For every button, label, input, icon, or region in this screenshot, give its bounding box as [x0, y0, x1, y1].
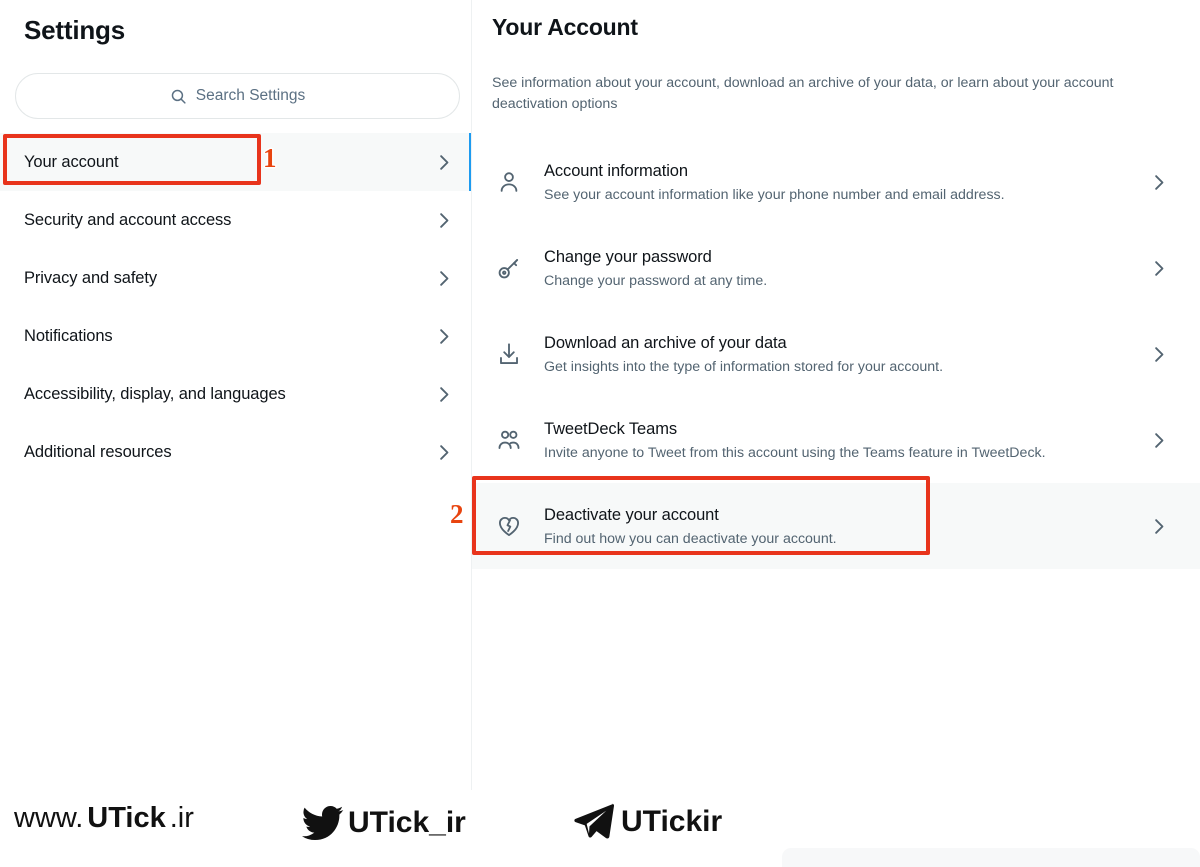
option-row-tweetdeck-teams[interactable]: TweetDeck Teams Invite anyone to Tweet f… — [472, 397, 1200, 483]
option-row-change-your-password[interactable]: Change your password Change your passwor… — [472, 225, 1200, 311]
option-title: Account information — [544, 161, 688, 180]
option-title: Change your password — [544, 247, 712, 266]
option-title: TweetDeck Teams — [544, 419, 677, 438]
settings-title: Settings — [24, 15, 125, 45]
broken-heart-icon — [496, 513, 522, 539]
search-icon — [170, 88, 187, 105]
search-settings-placeholder: Search Settings — [195, 87, 306, 104]
chevron-right-icon — [434, 211, 453, 230]
account-options-list: Account information See your account inf… — [472, 139, 1200, 569]
chevron-right-icon — [434, 327, 453, 346]
chevron-right-icon — [1149, 345, 1180, 364]
option-subtitle: Get insights into the type of informatio… — [544, 358, 944, 375]
option-subtitle: See your account information like your p… — [544, 186, 1005, 203]
option-subtitle: Change your password at any time. — [544, 272, 768, 289]
page-title: Your Account — [492, 14, 638, 40]
sidebar-item-privacy-and-safety[interactable]: Privacy and safety — [0, 249, 471, 307]
sidebar-item-notifications[interactable]: Notifications — [0, 307, 471, 365]
chevron-right-icon — [434, 385, 453, 404]
watermark-telegram: UTickir — [570, 802, 722, 842]
twitter-handle: UTick_ir — [348, 806, 466, 839]
people-group-icon — [496, 427, 522, 453]
sidebar-item-accessibility-display-and-languages[interactable]: Accessibility, display, and languages — [0, 365, 471, 423]
page-description: See information about your account, down… — [492, 75, 1114, 112]
download-icon — [496, 341, 522, 367]
watermark-twitter: UTick_ir — [300, 802, 466, 844]
chevron-right-icon — [434, 153, 453, 172]
chevron-right-icon — [1149, 173, 1180, 192]
key-icon — [496, 255, 522, 281]
settings-page: Settings Search Settings Your account Se… — [0, 0, 1200, 867]
option-title: Download an archive of your data — [544, 333, 787, 352]
person-icon — [496, 169, 522, 195]
bottom-right-card — [782, 848, 1200, 867]
chevron-right-icon — [1149, 517, 1180, 536]
website-suffix: .ir — [169, 802, 194, 834]
option-row-account-information[interactable]: Account information See your account inf… — [472, 139, 1200, 225]
settings-nav-list: Your account Security and account access… — [0, 133, 471, 481]
chevron-right-icon — [1149, 431, 1180, 450]
account-panel: Your Account See information about your … — [472, 0, 1200, 790]
search-settings-input[interactable]: Search Settings — [15, 73, 460, 119]
chevron-right-icon — [434, 269, 453, 288]
option-row-deactivate-your-account[interactable]: Deactivate your account Find out how you… — [472, 483, 1200, 569]
sidebar-item-label: Security and account access — [24, 210, 232, 229]
telegram-plane-icon — [570, 802, 618, 842]
settings-sidebar: Settings Search Settings Your account Se… — [0, 0, 471, 790]
sidebar-item-label: Notifications — [24, 326, 113, 345]
sidebar-item-label: Privacy and safety — [24, 268, 158, 287]
twitter-bird-icon — [300, 802, 346, 844]
chevron-right-icon — [434, 443, 453, 462]
sidebar-item-label: Your account — [24, 152, 119, 171]
option-subtitle: Find out how you can deactivate your acc… — [544, 530, 837, 547]
website-brand: UTick — [87, 802, 166, 834]
option-subtitle: Invite anyone to Tweet from this account… — [544, 444, 1046, 461]
sidebar-item-security-and-account-access[interactable]: Security and account access — [0, 191, 471, 249]
sidebar-item-additional-resources[interactable]: Additional resources — [0, 423, 471, 481]
watermark-website: www. UTick .ir — [14, 802, 194, 835]
sidebar-item-label: Accessibility, display, and languages — [24, 384, 286, 403]
sidebar-item-label: Additional resources — [24, 442, 172, 461]
option-title: Deactivate your account — [544, 505, 719, 524]
chevron-right-icon — [1149, 259, 1180, 278]
website-prefix: www. — [14, 802, 84, 834]
telegram-handle: UTickir — [621, 805, 723, 838]
sidebar-item-your-account[interactable]: Your account — [0, 133, 471, 191]
option-row-download-an-archive-of-your-data[interactable]: Download an archive of your data Get ins… — [472, 311, 1200, 397]
